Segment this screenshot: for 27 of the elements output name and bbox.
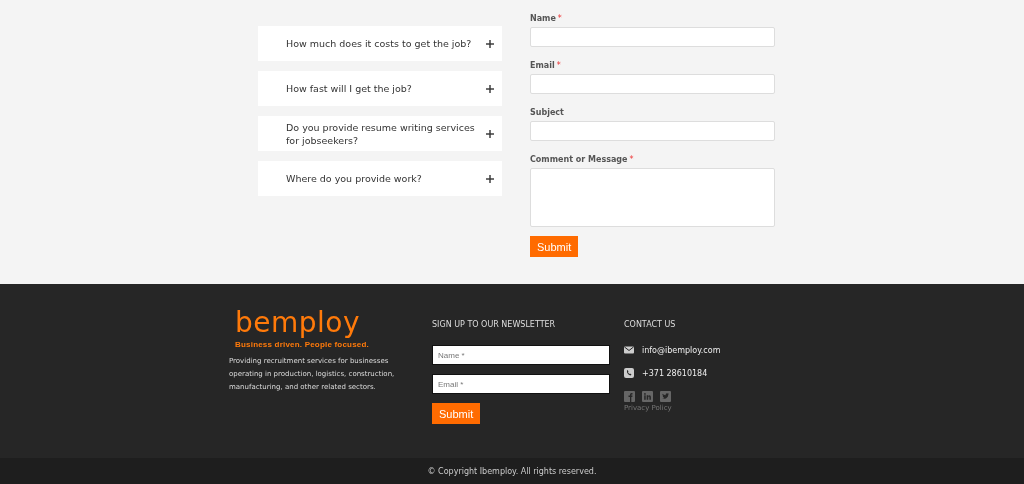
newsletter-title: SIGN UP TO OUR NEWSLETTER xyxy=(432,320,557,329)
field-label: Comment or Message * xyxy=(530,155,635,164)
input-field[interactable]: Email * xyxy=(432,374,610,394)
faq-item[interactable]: How fast will I get the job? xyxy=(258,71,502,106)
linkedin-icon[interactable] xyxy=(642,391,653,402)
envelope-icon xyxy=(624,345,634,355)
contact-text: info@ibemploy.com xyxy=(642,345,721,355)
field-label: Subject xyxy=(530,108,565,117)
plus-icon[interactable] xyxy=(486,129,494,138)
input-field[interactable]: Name * xyxy=(432,345,610,365)
phone-icon xyxy=(624,368,634,378)
plus-icon[interactable] xyxy=(486,174,494,183)
faq-item[interactable]: Do you provide resume writing services for jobseekers? xyxy=(258,116,502,151)
copyright-text: © Copyright Ibemploy. All rights reserved. xyxy=(427,466,597,476)
field-label: Email * xyxy=(530,61,562,70)
logo: bemploy xyxy=(235,308,362,338)
facebook-icon[interactable] xyxy=(624,391,635,402)
bird-icon[interactable] xyxy=(660,391,671,402)
contact-text: +371 28610184 xyxy=(642,368,708,378)
field-label: Name * xyxy=(530,14,563,23)
faq-item[interactable]: How much does it costs to get the job? xyxy=(258,26,502,61)
logo-tagline: Business driven. People focused. xyxy=(235,340,370,349)
plus-icon[interactable] xyxy=(486,84,494,93)
plus-icon[interactable] xyxy=(486,39,494,48)
message-field[interactable] xyxy=(530,168,775,227)
contact-title: CONTACT US xyxy=(624,320,677,329)
faq-item[interactable]: Where do you provide work? xyxy=(258,161,502,196)
